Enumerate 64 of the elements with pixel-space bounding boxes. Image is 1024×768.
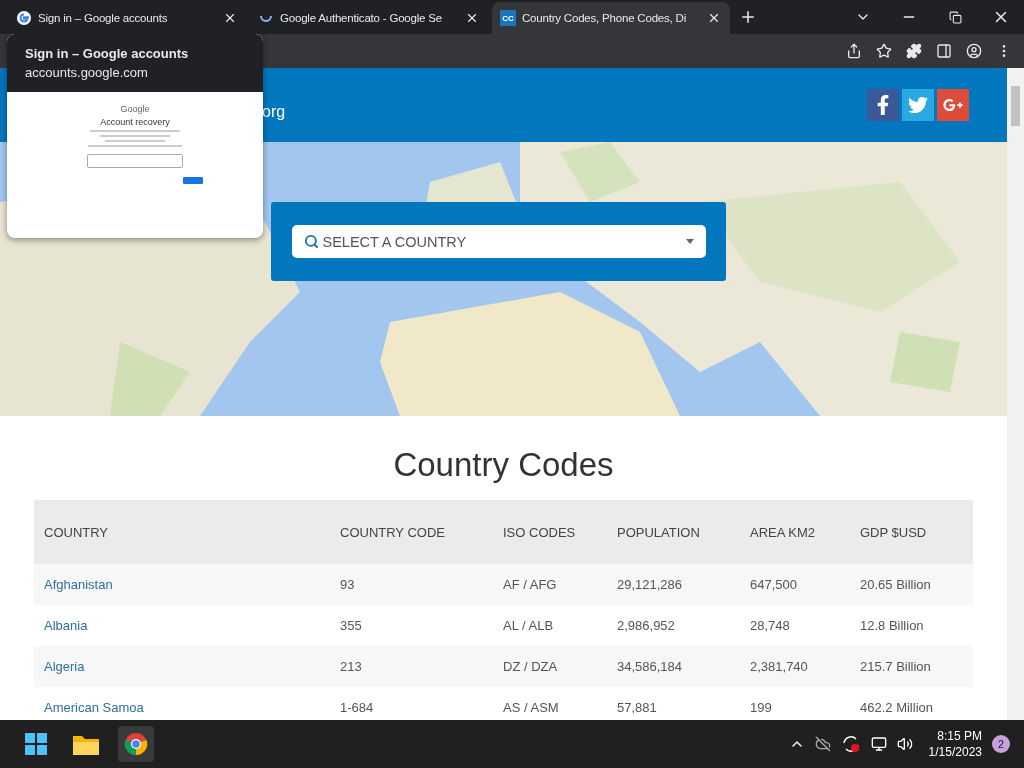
browser-tab[interactable]: CC Country Codes, Phone Codes, Di (492, 2, 730, 34)
table-cell-text: 34,586,184 (617, 659, 684, 674)
table-cell-text: 647,500 (750, 577, 798, 592)
google-icon (16, 10, 32, 26)
plus-icon[interactable] (739, 8, 757, 26)
table-cell-text: 1-684 (340, 700, 375, 715)
folder-icon[interactable] (73, 733, 99, 755)
column-header: COUNTRY (44, 524, 110, 540)
table-cell-text: 355 (340, 618, 363, 633)
table-cell-text: AS / ASM (503, 700, 560, 715)
network-icon[interactable] (870, 736, 887, 752)
table-cell-text: AL / ALB (503, 618, 555, 633)
preview-title: Sign in – Google accounts (25, 46, 190, 61)
site-name[interactable]: org (262, 103, 286, 121)
restore-icon[interactable] (948, 10, 962, 24)
table-cell-text: 2,381,740 (750, 659, 809, 674)
extensions-icon[interactable] (906, 43, 922, 59)
scrollbar[interactable] (1007, 68, 1024, 720)
cloud-off-icon[interactable] (814, 736, 831, 752)
volume-icon[interactable] (896, 736, 913, 752)
country-select[interactable]: SELECT A COUNTRY (291, 225, 706, 258)
side-panel-icon[interactable] (936, 43, 952, 59)
caret-icon (685, 239, 694, 244)
country-link[interactable]: Algeria (44, 659, 340, 674)
chrome-icon[interactable] (124, 732, 148, 756)
sync-icon[interactable] (840, 734, 861, 754)
table-cell-text: 20.65 Billion (860, 577, 932, 592)
site-icon: CC (500, 10, 516, 26)
google-plus-icon[interactable] (937, 89, 969, 121)
column-header: AREA KM2 (750, 524, 817, 540)
browser-tab[interactable]: Sign in – Google accounts (8, 2, 246, 34)
table-cell-text: DZ / DZA (503, 659, 559, 674)
country-link[interactable]: Albania (44, 618, 340, 633)
browser-tab[interactable]: Google Authenticato - Google Se (250, 2, 488, 34)
loading-spinner-icon (260, 14, 272, 22)
notification-badge[interactable]: 2 (992, 735, 1010, 753)
star-icon[interactable] (876, 43, 892, 59)
table-cell-text: 29,121,286 (617, 577, 684, 592)
country-link[interactable]: American Samoa (44, 700, 340, 715)
table-cell-text: 93 (340, 577, 356, 592)
clock[interactable]: 8:15 PM 1/15/2023 (928, 728, 982, 760)
search-icon (303, 234, 319, 249)
column-header: POPULATION (617, 524, 701, 540)
windows-icon[interactable] (25, 733, 47, 755)
column-header: GDP $USD (860, 524, 928, 540)
preview-url: accounts.google.com (25, 65, 149, 80)
column-header: COUNTRY CODE (340, 524, 446, 540)
thumbnail-heading: Account recovery (100, 117, 170, 127)
page-title: Country Codes (392, 446, 615, 484)
column-header: ISO CODES (503, 524, 577, 540)
table-cell-text: 199 (750, 700, 773, 715)
table-cell-text: 2,986,952 (617, 618, 676, 633)
country-link[interactable]: Afghanistan (44, 577, 340, 592)
thumbnail-logo: Google (120, 104, 150, 114)
share-icon[interactable] (846, 43, 862, 59)
table-cell-text: 462.2 Million (860, 700, 934, 715)
profile-icon[interactable] (966, 43, 982, 59)
table-cell-text: 57,881 (617, 700, 658, 715)
table-cell-text: 213 (340, 659, 363, 674)
table-cell-text: 215.7 Billion (860, 659, 932, 674)
table-cell-text: 28,748 (750, 618, 791, 633)
facebook-icon[interactable] (867, 89, 899, 121)
table-cell-text: 12.8 Billion (860, 618, 925, 633)
table-cell-text: AF / AFG (503, 577, 558, 592)
